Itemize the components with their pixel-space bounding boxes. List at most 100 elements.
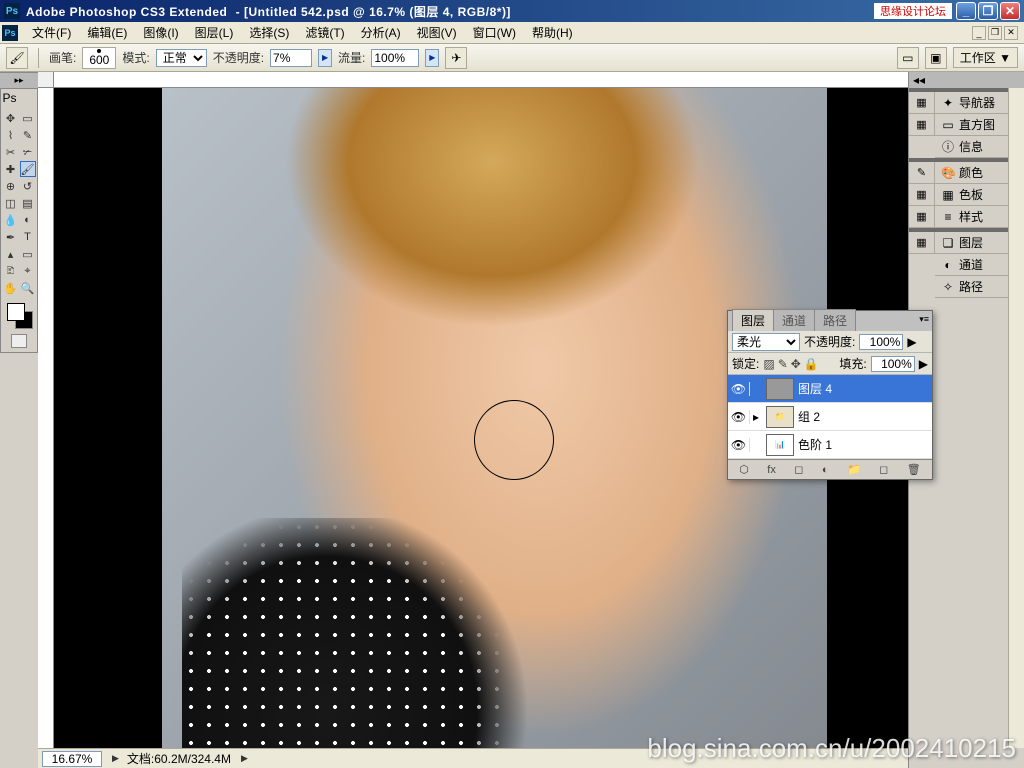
lasso-tool[interactable]: ⌇	[3, 127, 19, 143]
menu-window[interactable]: 窗口(W)	[465, 22, 524, 43]
blend-mode-select[interactable]: 正常	[156, 49, 207, 67]
dock-icon-c2[interactable]: ▦	[909, 184, 934, 206]
eraser-tool[interactable]: ◫	[3, 195, 19, 211]
visibility-toggle[interactable]: 👁	[728, 410, 750, 424]
adjustment-button[interactable]: ◐	[822, 464, 829, 476]
menu-view[interactable]: 视图(V)	[409, 22, 465, 43]
dock-icon-l1[interactable]: ▦	[909, 232, 934, 254]
dock-header[interactable]: ◂◂	[909, 72, 1024, 88]
type-tool[interactable]: T	[20, 229, 36, 245]
adjustment-thumb[interactable]: 📊	[766, 434, 794, 456]
dock-icon-nav[interactable]: ▦	[909, 92, 934, 114]
menu-image[interactable]: 图像(I)	[135, 22, 186, 43]
close-button[interactable]: ✕	[1000, 2, 1020, 20]
hand-tool[interactable]: ✋	[3, 280, 19, 296]
lock-transparency-icon[interactable]: ▨	[763, 357, 774, 371]
shape-tool[interactable]: ▭	[20, 246, 36, 262]
brush-preset-picker[interactable]: 600	[82, 47, 116, 69]
layer-thumb[interactable]	[766, 378, 794, 400]
layer-blend-select[interactable]: 柔光	[732, 333, 800, 351]
link-layers-button[interactable]: ⬡	[739, 463, 749, 476]
dodge-tool[interactable]: ◐	[20, 212, 36, 228]
foreground-swatch[interactable]	[7, 303, 25, 321]
path-select-tool[interactable]: ▴	[3, 246, 19, 262]
dock-icon-c1[interactable]: ✎	[909, 162, 934, 184]
menu-edit[interactable]: 编辑(E)	[79, 22, 135, 43]
flow-flyout-button[interactable]: ▶	[425, 49, 439, 67]
minimize-button[interactable]: _	[956, 2, 976, 20]
layer-fill-flyout[interactable]: ▶	[919, 357, 928, 371]
tab-layers[interactable]: 图层	[732, 309, 774, 331]
ruler-vertical[interactable]	[38, 88, 54, 748]
ruler-horizontal[interactable]	[54, 72, 908, 88]
gradient-tool[interactable]: ▤	[20, 195, 36, 211]
doc-arrange-button[interactable]: ▭	[897, 47, 919, 69]
zoom-input[interactable]	[42, 751, 102, 767]
right-scrollbar[interactable]	[1008, 88, 1024, 748]
lock-paint-icon[interactable]: ✎	[778, 357, 788, 371]
blur-tool[interactable]: 💧	[3, 212, 19, 228]
menu-help[interactable]: 帮助(H)	[524, 22, 581, 43]
menu-layer[interactable]: 图层(L)	[187, 22, 242, 43]
workspace-switcher[interactable]: 工作区 ▼	[953, 47, 1018, 68]
layer-name[interactable]: 图层 4	[798, 380, 832, 397]
ruler-origin[interactable]	[38, 72, 54, 88]
menu-select[interactable]: 选择(S)	[241, 22, 297, 43]
docinfo-arrow-icon[interactable]: ▶	[241, 753, 248, 764]
layer-opacity-flyout[interactable]: ▶	[907, 335, 916, 349]
group-expand-icon[interactable]: ▸	[750, 410, 762, 424]
move-tool[interactable]: ✥	[3, 110, 19, 126]
layer-opacity-input[interactable]	[859, 334, 903, 350]
layer-name[interactable]: 色阶 1	[798, 436, 832, 453]
layer-fill-input[interactable]	[871, 356, 915, 372]
tool-preset-button[interactable]: 🖌	[6, 47, 28, 69]
menu-file[interactable]: 文件(F)	[24, 22, 79, 43]
maximize-button[interactable]: ❐	[978, 2, 998, 20]
lock-all-icon[interactable]: 🔒	[804, 357, 819, 371]
delete-layer-button[interactable]: 🗑	[907, 463, 921, 476]
doc-info: 文档:60.2M/324.4M	[127, 750, 231, 767]
eyedropper-tool[interactable]: ⌖	[20, 263, 36, 279]
new-group-button[interactable]: 📁	[847, 463, 861, 476]
quick-select-tool[interactable]: ✎	[20, 127, 36, 143]
mask-button[interactable]: ◻	[794, 463, 803, 476]
visibility-toggle[interactable]: 👁	[728, 438, 750, 452]
panel-menu-button[interactable]: ▾≡	[919, 314, 929, 325]
layer-name[interactable]: 组 2	[798, 408, 820, 425]
quick-mask-toggle[interactable]	[3, 332, 36, 350]
notes-tool[interactable]: 🗈	[3, 263, 19, 279]
flow-input[interactable]	[371, 49, 419, 67]
stamp-tool[interactable]: ⊕	[3, 178, 19, 194]
marquee-tool[interactable]: ▭	[20, 110, 36, 126]
zoom-tool[interactable]: 🔍	[20, 280, 36, 296]
layer-row[interactable]: 👁 图层 4	[728, 375, 932, 403]
dock-icon-c3[interactable]: ▦	[909, 206, 934, 228]
crop-tool[interactable]: ✂	[3, 144, 19, 160]
layer-row[interactable]: 👁 ▸ 📁 组 2	[728, 403, 932, 431]
opacity-flyout-button[interactable]: ▶	[318, 49, 332, 67]
fx-button[interactable]: fx	[767, 464, 776, 476]
airbrush-button[interactable]: ✈	[445, 47, 467, 69]
zoom-arrow-icon[interactable]: ▶	[112, 753, 119, 764]
menu-analysis[interactable]: 分析(A)	[353, 22, 409, 43]
pen-tool[interactable]: ✒	[3, 229, 19, 245]
lock-move-icon[interactable]: ✥	[791, 357, 801, 371]
menu-filter[interactable]: 滤镜(T)	[297, 22, 352, 43]
slice-tool[interactable]: ✃	[20, 144, 36, 160]
mdi-restore-button[interactable]: ❐	[988, 26, 1002, 40]
mdi-close-button[interactable]: ✕	[1004, 26, 1018, 40]
color-swatches[interactable]	[3, 301, 36, 331]
toolbox-collapse-tab[interactable]: ▸▸	[0, 72, 38, 88]
layer-row[interactable]: 👁 📊 色阶 1	[728, 431, 932, 459]
new-layer-button[interactable]: ◻	[879, 463, 888, 476]
opacity-input[interactable]	[270, 49, 312, 67]
history-brush-tool[interactable]: ↺	[20, 178, 36, 194]
dock-icon-nav2[interactable]: ▦	[909, 114, 934, 136]
tab-paths[interactable]: 路径	[814, 309, 856, 331]
screen-mode-button[interactable]: ▣	[925, 47, 947, 69]
visibility-toggle[interactable]: 👁	[728, 382, 750, 396]
tab-channels[interactable]: 通道	[773, 309, 815, 331]
mdi-minimize-button[interactable]: _	[972, 26, 986, 40]
healing-tool[interactable]: ✚	[3, 161, 19, 177]
brush-tool[interactable]: 🖌	[20, 161, 36, 177]
